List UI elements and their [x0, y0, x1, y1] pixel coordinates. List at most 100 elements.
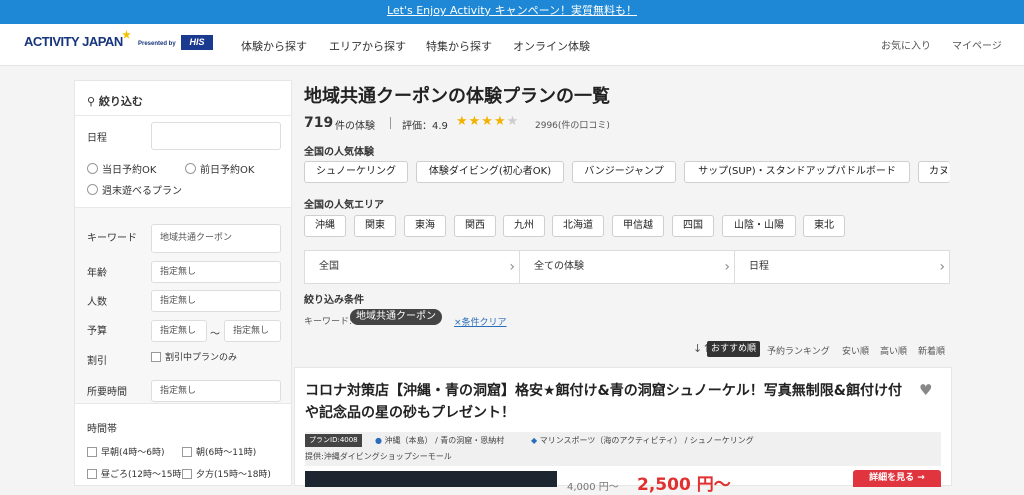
category-dropdown[interactable]: 全ての体験 ›	[519, 250, 735, 284]
site-logo[interactable]: ACTIVITY JAPAN ★	[24, 30, 131, 49]
mypage-link[interactable]: マイページ	[952, 37, 1002, 52]
radio-day-before[interactable]: 前日予約OK	[185, 161, 254, 176]
star-icon: ★★★★	[456, 114, 507, 129]
provider-text: 提供:沖縄ダイビングショップシーモール	[305, 452, 452, 461]
plan-title[interactable]: コロナ対策店【沖縄・青の洞窟】格安★餌付け&青の洞窟シュノーケル！写真無制限&餌…	[305, 380, 905, 424]
area-tag[interactable]: 九州	[503, 215, 545, 237]
discount-checkbox[interactable]: 割引中プランのみ	[151, 350, 237, 363]
site-header: ACTIVITY JAPAN ★ Presented by HIS 体験から探す …	[0, 24, 1024, 66]
date-label: 日程	[87, 133, 107, 144]
radio-icon	[87, 163, 98, 174]
popular-tag[interactable]: サップ(SUP)・スタンドアップパドルボード	[684, 161, 910, 183]
checkbox-icon	[151, 351, 161, 362]
chevron-right-icon: ›	[939, 259, 945, 275]
popular-tag[interactable]: カヌ	[918, 161, 950, 183]
sale-price: 2,500 円〜	[637, 475, 731, 495]
area-tag[interactable]: 山陰・山陽	[722, 215, 796, 237]
plan-thumbnail[interactable]	[305, 471, 557, 487]
time-noon-checkbox[interactable]: 昼ごろ(12時〜15時)	[87, 467, 185, 480]
radio-icon	[87, 184, 98, 195]
budget-label: 予算	[87, 326, 107, 337]
popular-experiences-heading: 全国の人気体験	[304, 147, 374, 158]
nav-online[interactable]: オンライン体験	[513, 38, 590, 54]
result-count: 719	[304, 115, 334, 131]
discount-label: 割引	[87, 356, 107, 367]
date-dropdown[interactable]: 日程 ›	[734, 250, 950, 284]
condition-keyword-label: キーワード:	[304, 317, 353, 327]
keyword-label: キーワード	[87, 233, 137, 244]
tag-icon: ◆	[531, 436, 538, 445]
keyword-input[interactable]: 地域共通クーポン	[151, 224, 281, 253]
plan-card[interactable]: コロナ対策店【沖縄・青の洞窟】格安★餌付け&青の洞窟シュノーケル！写真無制限&餌…	[294, 367, 952, 495]
nav-area[interactable]: エリアから探す	[329, 38, 406, 54]
sort-expensive[interactable]: 高い順	[880, 344, 907, 357]
conditions-heading: 絞り込み条件	[304, 295, 364, 306]
location-text[interactable]: ● 沖縄（本島） / 青の洞窟・恩納村	[375, 435, 504, 446]
popular-tag[interactable]: 体験ダイビング(初心者OK)	[416, 161, 564, 183]
logo-star-icon: ★	[122, 30, 131, 41]
search-icon: ⚲	[87, 95, 96, 108]
category-text[interactable]: ◆ マリンスポーツ（海のアクティビティ） / シュノーケリング	[531, 435, 754, 446]
plan-meta: プランID:4008 ● 沖縄（本島） / 青の洞窟・恩納村 ◆ マリンスポーツ…	[305, 432, 941, 466]
age-label: 年齢	[87, 268, 107, 279]
area-tag[interactable]: 東海	[404, 215, 446, 237]
duration-label: 所要時間	[87, 387, 127, 398]
filter-sidebar: ⚲ 絞り込む 日程 当日予約OK 前日予約OK 週末遊べるプラン キーワード 地…	[74, 80, 292, 486]
chevron-right-icon: ›	[724, 259, 730, 275]
divider	[390, 117, 391, 129]
checkbox-icon	[87, 468, 97, 479]
age-select[interactable]: 指定無し	[151, 261, 281, 283]
presented-by-label: Presented by	[138, 41, 176, 47]
time-morning-checkbox[interactable]: 朝(6時〜11時)	[182, 445, 256, 458]
checkbox-icon	[182, 468, 192, 479]
checkbox-icon	[87, 446, 97, 457]
people-select[interactable]: 指定無し	[151, 290, 281, 312]
region-dropdown[interactable]: 全国 ›	[304, 250, 520, 284]
result-count-suffix: 件の体験	[335, 121, 375, 132]
review-count[interactable]: 2996(件の口コミ)	[535, 118, 610, 131]
campaign-banner[interactable]: Let's Enjoy Activity キャンペーン！実質無料も！	[0, 0, 1024, 24]
area-tag[interactable]: 関東	[354, 215, 396, 237]
radio-weekend[interactable]: 週末遊べるプラン	[87, 182, 182, 197]
area-tag[interactable]: 沖縄	[304, 215, 346, 237]
sort-cheap[interactable]: 安い順	[842, 344, 869, 357]
map-pin-icon: ●	[375, 436, 382, 445]
clear-conditions-link[interactable]: ×条件クリア	[454, 315, 507, 328]
area-tag[interactable]: 関西	[454, 215, 496, 237]
sort-recommended[interactable]: おすすめ順	[707, 341, 761, 357]
radio-icon	[185, 163, 196, 174]
sort-newest[interactable]: 新着順	[918, 344, 945, 357]
favorites-link[interactable]: お気に入り	[881, 37, 931, 52]
condition-chip[interactable]: 地域共通クーポン	[350, 309, 442, 325]
area-tag[interactable]: 東北	[803, 215, 845, 237]
budget-max-select[interactable]: 指定無し	[224, 320, 281, 342]
nav-experience[interactable]: 体験から探す	[241, 38, 307, 54]
time-label: 時間帯	[87, 424, 117, 435]
popular-areas-heading: 全国の人気エリア	[304, 200, 384, 211]
budget-min-select[interactable]: 指定無し	[151, 320, 207, 342]
area-tag[interactable]: 四国	[672, 215, 714, 237]
budget-tilde: 〜	[210, 329, 220, 340]
plan-id-badge: プランID:4008	[305, 434, 362, 447]
chevron-right-icon: ›	[509, 259, 515, 275]
area-tag[interactable]: 北海道	[552, 215, 604, 237]
star-empty-icon: ★	[506, 114, 520, 129]
popular-tag[interactable]: バンジージャンプ	[572, 161, 676, 183]
heart-icon[interactable]: ♥	[919, 381, 932, 399]
date-input[interactable]	[151, 122, 281, 150]
duration-select[interactable]: 指定無し	[151, 380, 281, 402]
checkbox-icon	[182, 446, 192, 457]
people-label: 人数	[87, 297, 107, 308]
area-tag[interactable]: 甲信越	[612, 215, 664, 237]
time-evening-checkbox[interactable]: 夕方(15時〜18時)	[182, 467, 271, 480]
sort-ranking[interactable]: 予約ランキング	[767, 344, 830, 357]
time-early-checkbox[interactable]: 早朝(4時〜6時)	[87, 445, 164, 458]
popular-tag[interactable]: シュノーケリング	[304, 161, 408, 183]
rating-label: 評価：4.9	[402, 121, 448, 132]
detail-button[interactable]: 詳細を見る →	[853, 470, 941, 487]
page-title: 地域共通クーポンの体験プランの一覧	[304, 86, 610, 107]
rating-stars: ★★★★★	[456, 114, 519, 129]
radio-same-day[interactable]: 当日予約OK	[87, 161, 156, 176]
filter-title: ⚲ 絞り込む	[87, 95, 143, 108]
nav-feature[interactable]: 特集から探す	[426, 38, 492, 54]
